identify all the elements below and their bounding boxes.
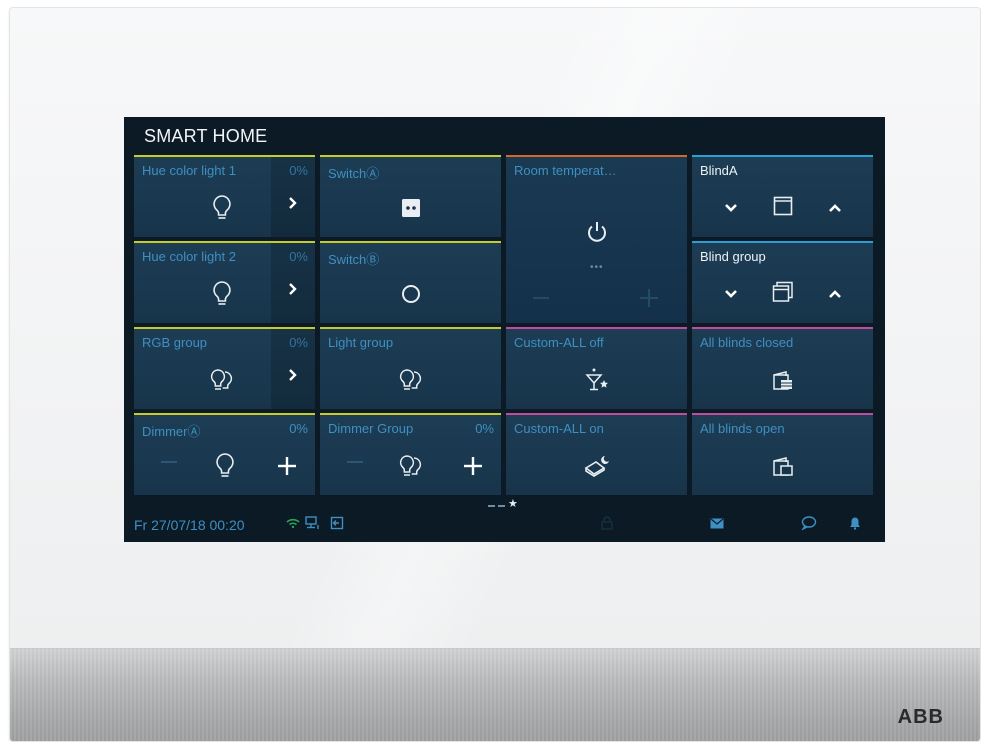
bulb-icon	[207, 279, 237, 309]
circle-icon	[396, 279, 426, 309]
bell-icon[interactable]	[846, 515, 864, 531]
window-icon	[768, 191, 798, 221]
blinds-closed-icon	[768, 365, 798, 395]
screen-title: SMART HOME	[144, 126, 268, 146]
plus-icon[interactable]	[636, 285, 662, 311]
tile-label: SwitchⒷ	[328, 252, 380, 267]
tile-value: 0%	[475, 421, 494, 436]
tile-blind-group[interactable]: Blind group	[692, 241, 873, 323]
tile-dimmer-a[interactable]: DimmerⒶ 0%	[134, 413, 315, 495]
chevron-right-icon	[288, 196, 298, 215]
tile-switch-a[interactable]: SwitchⒶ	[320, 155, 501, 237]
tile-label: BlindA	[700, 163, 738, 178]
exit-icon[interactable]	[328, 515, 346, 531]
tile-custom-all-on[interactable]: Custom-ALL on	[506, 413, 687, 495]
tile-hue-color-light-2[interactable]: Hue color light 2 0%	[134, 241, 315, 323]
cocktail-star-icon	[582, 365, 612, 395]
tile-label: SwitchⒶ	[328, 166, 380, 181]
tile-dimmer-group[interactable]: Dimmer Group 0%	[320, 413, 501, 495]
tile-label: All blinds closed	[700, 335, 794, 350]
minus-icon[interactable]	[528, 285, 554, 311]
tile-label: Light group	[328, 335, 394, 350]
device-bottom-panel: ABB	[10, 648, 980, 741]
star-icon: ★	[508, 498, 518, 510]
tile-room-temperature[interactable]: Room temperat… •••	[506, 155, 687, 323]
chevron-down-icon[interactable]	[718, 281, 744, 307]
lock-icon[interactable]	[598, 515, 616, 531]
minus-icon[interactable]	[156, 449, 182, 475]
chevron-right-icon	[288, 282, 298, 301]
tile-label: RGB group	[142, 335, 208, 350]
blinds-open-icon	[768, 451, 798, 481]
open-detail-button[interactable]	[271, 329, 315, 409]
network-icon[interactable]	[304, 515, 322, 531]
tile-label: Custom-ALL off	[514, 335, 604, 350]
plus-icon[interactable]	[460, 453, 486, 479]
tile-label: Hue color light 2	[142, 249, 236, 264]
tile-all-blinds-open[interactable]: All blinds open	[692, 413, 873, 495]
bulb-icon	[210, 451, 240, 481]
wifi-icon[interactable]	[284, 515, 302, 531]
status-bar: Fr 27/07/18 00:20 ★	[124, 498, 885, 542]
page-dots: •••	[590, 262, 604, 273]
double-bulb-icon	[207, 365, 237, 395]
tile-custom-all-off[interactable]: Custom-ALL off	[506, 327, 687, 409]
minus-icon[interactable]	[342, 449, 368, 475]
tile-label: Blind group	[700, 249, 766, 264]
page-dash	[488, 504, 495, 507]
tile-label: Custom-ALL on	[514, 421, 604, 436]
tile-label: DimmerⒶ	[142, 424, 201, 439]
device-frame: SMART HOME Hue color light 1 0% SwitchⒶ …	[10, 8, 980, 741]
stacked-windows-icon	[768, 277, 798, 307]
brand-logo: ABB	[897, 706, 944, 728]
tile-label: Hue color light 1	[142, 163, 236, 178]
socket-icon	[396, 193, 426, 223]
plus-icon[interactable]	[274, 453, 300, 479]
tile-label: Dimmer Group	[328, 421, 414, 436]
tile-value: 0%	[289, 421, 308, 436]
double-bulb-icon	[396, 365, 426, 395]
bulb-icon	[207, 193, 237, 223]
page-indicator[interactable]: ★	[488, 498, 518, 510]
tile-light-group[interactable]: Light group	[320, 327, 501, 409]
double-bulb-icon	[396, 451, 426, 481]
tile-rgb-group[interactable]: RGB group 0%	[134, 327, 315, 409]
chevron-right-icon	[288, 368, 298, 387]
tile-switch-b[interactable]: SwitchⒷ	[320, 241, 501, 323]
power-icon[interactable]	[582, 217, 612, 247]
chevron-up-icon[interactable]	[822, 281, 848, 307]
mail-icon[interactable]	[708, 515, 726, 531]
tile-all-blinds-closed[interactable]: All blinds closed	[692, 327, 873, 409]
chat-icon[interactable]	[800, 515, 818, 531]
status-datetime: Fr 27/07/18 00:20	[134, 517, 245, 533]
chevron-down-icon[interactable]	[718, 195, 744, 221]
touch-screen: SMART HOME Hue color light 1 0% SwitchⒶ …	[124, 117, 885, 542]
open-detail-button[interactable]	[271, 157, 315, 237]
tile-label: All blinds open	[700, 421, 785, 436]
open-detail-button[interactable]	[271, 243, 315, 323]
bed-moon-icon	[582, 451, 612, 481]
tile-blind-a[interactable]: BlindA	[692, 155, 873, 237]
tile-hue-color-light-1[interactable]: Hue color light 1 0%	[134, 155, 315, 237]
tile-label: Room temperat…	[514, 163, 617, 178]
page-dash	[498, 504, 505, 507]
chevron-up-icon[interactable]	[822, 195, 848, 221]
